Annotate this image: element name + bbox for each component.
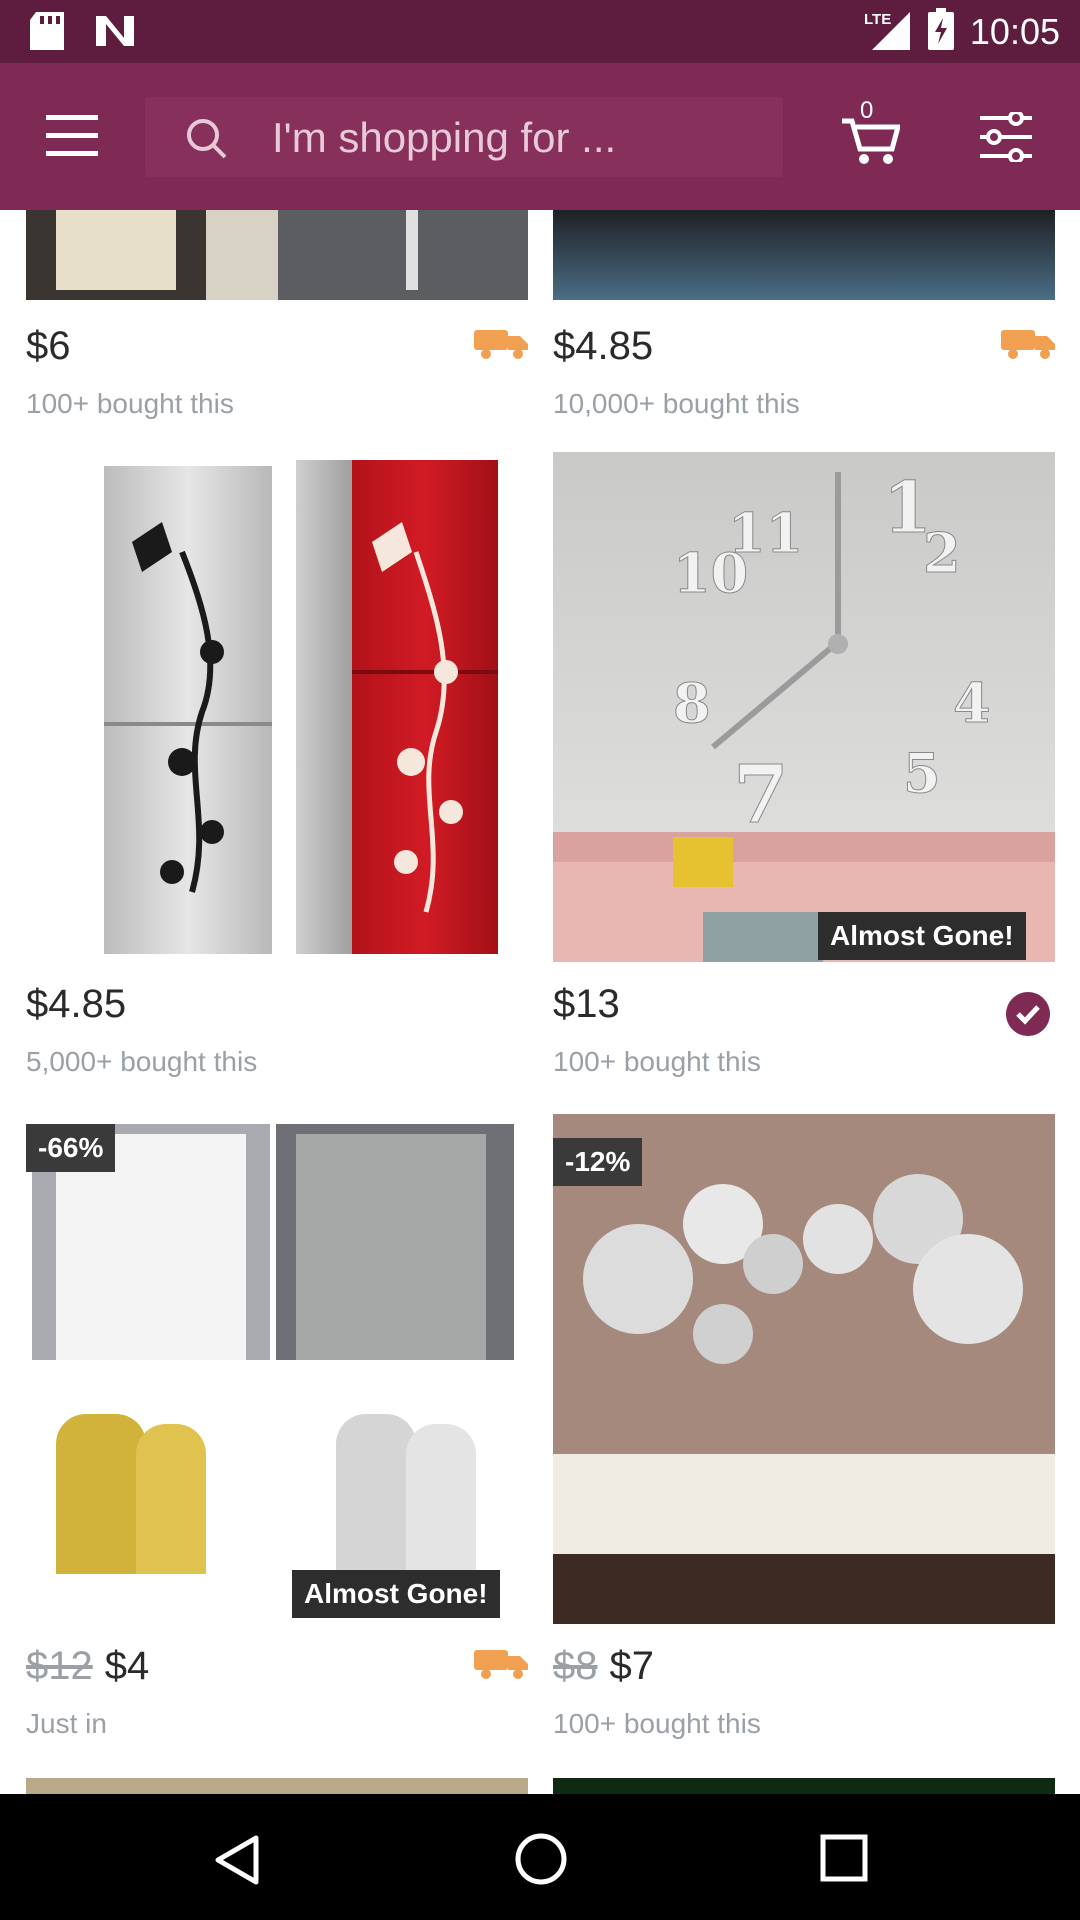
product-subtitle: 100+ bought this (553, 1046, 761, 1077)
shipping-truck-icon (474, 326, 528, 365)
product-subtitle: Just in (26, 1708, 107, 1739)
product-image[interactable] (553, 1778, 1055, 1794)
almost-gone-badge: Almost Gone! (292, 1570, 500, 1618)
status-bar: LTE 10:05 (0, 0, 1080, 63)
svg-text:8: 8 (673, 671, 711, 735)
cart-button[interactable]: 0 (840, 97, 902, 167)
product-card[interactable]: $4.85 10,000+ bought this (553, 210, 1055, 420)
product-price: $4 (104, 1644, 150, 1688)
n-notification-icon (94, 14, 136, 53)
product-card[interactable]: -66% Almost Gone! $12 $4 Just in (26, 1114, 528, 1764)
discount-badge: -66% (26, 1124, 116, 1172)
product-card[interactable]: -12% $8 $7 100+ bought this (553, 1114, 1055, 1764)
discount-badge: -12% (553, 1138, 643, 1186)
filter-icon[interactable] (980, 110, 1032, 164)
search-icon (185, 117, 229, 166)
almost-gone-badge: Almost Gone! (818, 912, 1026, 960)
shipping-truck-icon (474, 1646, 528, 1685)
sd-card-icon (30, 12, 64, 55)
product-price: $4.85 (553, 324, 654, 368)
product-price-row: $8 $7 (553, 1644, 654, 1689)
product-old-price: $12 (26, 1644, 93, 1688)
product-subtitle: 5,000+ bought this (26, 1046, 258, 1077)
product-price: $7 (609, 1644, 655, 1688)
navigation-bar (0, 1794, 1080, 1920)
product-price: $6 (26, 324, 71, 368)
status-time: 10:05 (969, 10, 1060, 52)
cart-count: 0 (860, 97, 874, 124)
product-grid: $6 100+ bought this $4.85 10,000+ bought… (0, 210, 1080, 1794)
svg-text:10: 10 (673, 541, 748, 605)
product-image[interactable] (553, 1114, 1055, 1624)
product-subtitle: 100+ bought this (26, 388, 234, 419)
home-icon[interactable] (514, 1832, 568, 1891)
top-app-bar: I'm shopping for ... 0 (0, 63, 1080, 210)
signal-icon: LTE (864, 8, 912, 55)
search-placeholder: I'm shopping for ... (272, 114, 617, 161)
cart-icon (840, 118, 902, 171)
product-old-price: $8 (553, 1644, 598, 1688)
recents-icon[interactable] (820, 1834, 868, 1887)
svg-text:4: 4 (953, 671, 991, 735)
battery-charging-icon (927, 8, 954, 55)
svg-text:2: 2 (923, 521, 961, 585)
menu-icon[interactable] (46, 115, 98, 157)
product-card[interactable]: 11 10 1 2 8 4 7 5 Almost Gone! $13 100+ … (553, 452, 1055, 1082)
svg-text:7: 7 (733, 747, 789, 841)
network-label: LTE (864, 11, 891, 28)
back-icon[interactable] (212, 1834, 260, 1891)
product-price: $13 (553, 982, 620, 1026)
search-input[interactable]: I'm shopping for ... (145, 97, 783, 177)
product-image[interactable] (26, 210, 528, 300)
product-card[interactable]: $6 100+ bought this (26, 210, 528, 420)
shipping-truck-icon (1001, 326, 1055, 365)
product-image[interactable] (26, 452, 528, 962)
product-image[interactable] (26, 1778, 528, 1794)
product-image[interactable]: 11 10 1 2 8 4 7 5 (553, 452, 1055, 962)
svg-text:5: 5 (903, 741, 941, 805)
product-price-row: $12 $4 (26, 1644, 149, 1689)
product-image[interactable] (553, 210, 1055, 300)
verified-check-icon (1006, 992, 1050, 1036)
product-image[interactable] (26, 1114, 528, 1624)
product-subtitle: 100+ bought this (553, 1708, 761, 1739)
product-subtitle: 10,000+ bought this (553, 388, 800, 419)
product-card[interactable]: $4.85 5,000+ bought this (26, 452, 528, 1082)
product-price: $4.85 (26, 982, 127, 1026)
